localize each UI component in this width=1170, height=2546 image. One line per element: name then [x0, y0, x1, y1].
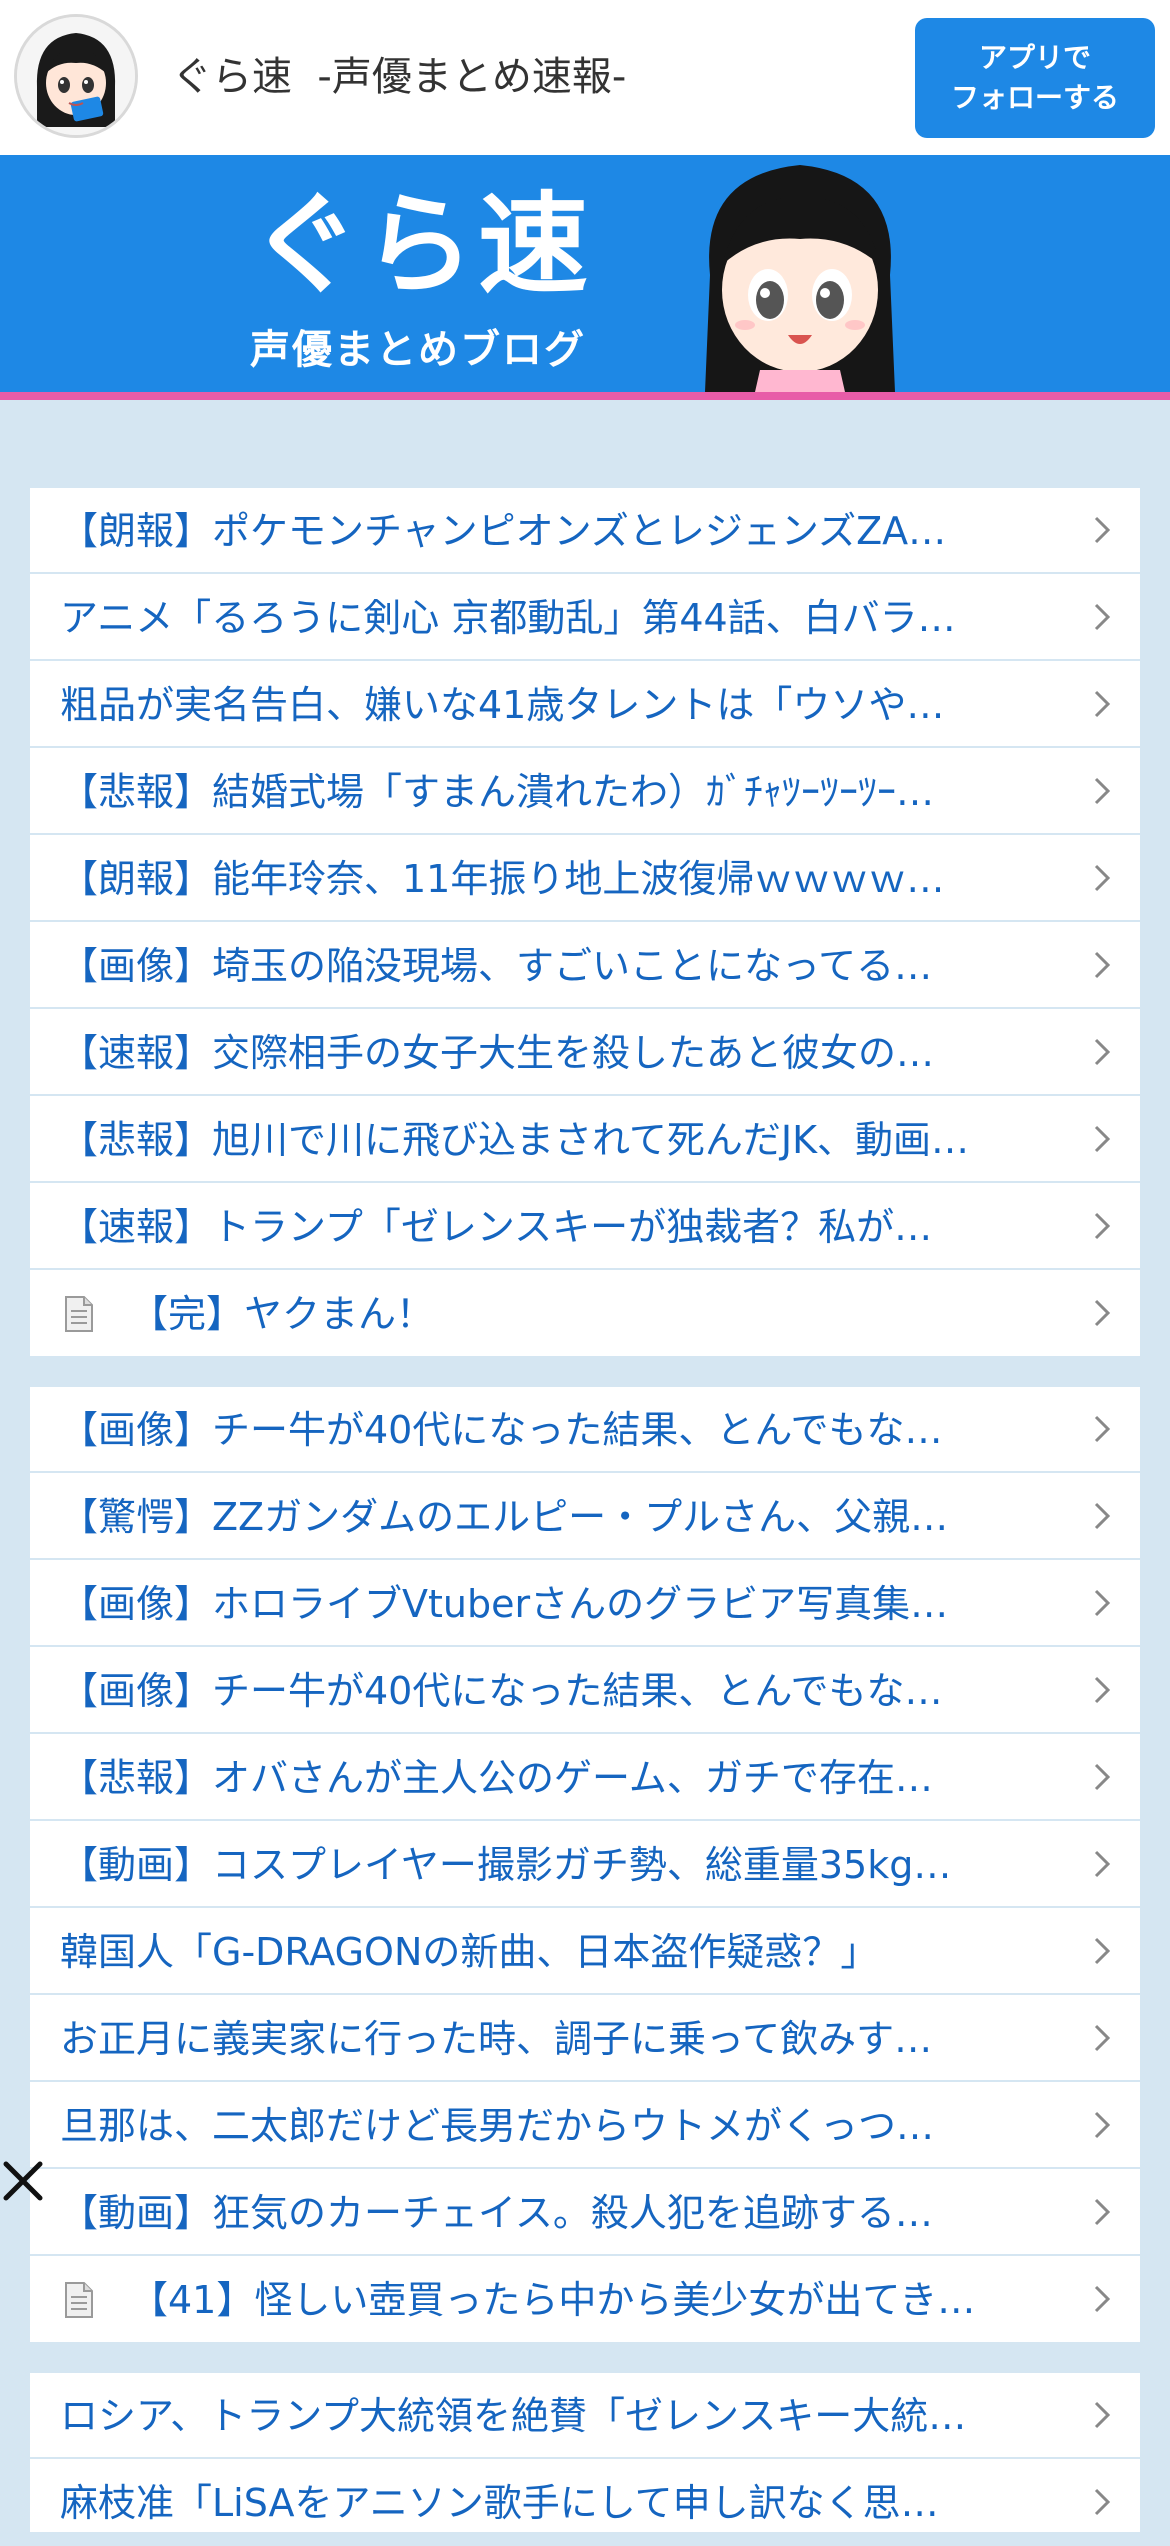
article-title: 【画像】チー牛が40代になった結果、とんでもな…: [60, 1408, 943, 1452]
list-item[interactable]: 【朗報】ポケモンチャンピオンズとレジェンズZA…: [30, 488, 1140, 574]
article-title: 麻枝准「LiSAをアニソン歌手にして申し訳なく思…: [60, 2481, 939, 2525]
chevron-right-icon: [1094, 1415, 1111, 1443]
site-name[interactable]: ぐら速 -声優まとめ速報-: [172, 44, 626, 102]
follow-button-line1: アプリで: [978, 41, 1091, 74]
list-item[interactable]: 【画像】埼玉の陥没現場、すごいことになってる…: [30, 923, 1140, 1009]
article-list-2: 【画像】チー牛が40代になった結果、とんでもな… 【驚愕】ZZガンダムのエルピー…: [30, 1387, 1140, 2342]
chevron-right-icon: [1094, 2488, 1111, 2516]
list-item[interactable]: 【驚愕】ZZガンダムのエルピー・プルさん、父親…: [30, 1474, 1140, 1560]
article-title: 【悲報】旭川で川に飛び込まされて死んだJK、動画…: [60, 1118, 969, 1162]
chevron-right-icon: [1094, 777, 1111, 805]
chevron-right-icon: [1094, 1299, 1111, 1327]
list-item[interactable]: 【悲報】オバさんが主人公のゲーム、ガチで存在…: [30, 1735, 1140, 1821]
article-title: 【驚愕】ZZガンダムのエルピー・プルさん、父親…: [60, 1495, 949, 1539]
chevron-right-icon: [1094, 516, 1111, 544]
article-title: 【画像】ホロライブVtuberさんのグラビア写真集…: [60, 1582, 949, 1626]
banner-logo-text: ぐら速: [250, 181, 592, 309]
article-title: 旦那は、二太郎だけど長男だからウトメがくっつ…: [60, 2104, 935, 2148]
chevron-right-icon: [1094, 1125, 1111, 1153]
site-avatar[interactable]: [14, 14, 138, 138]
article-title: 【悲報】結婚式場「すまん潰れたわ）ｶﾞﾁｬﾂｰﾂｰﾂｰ…: [60, 770, 935, 814]
chevron-right-icon: [1094, 1038, 1111, 1066]
chevron-right-icon: [1094, 1937, 1111, 1965]
banner-divider: [0, 392, 1170, 400]
list-item[interactable]: お正月に義実家に行った時、調子に乗って飲みす…: [30, 1996, 1140, 2082]
article-title: ロシア、トランプ大統領を絶賛「ゼレンスキー大統…: [60, 2394, 967, 2438]
list-item[interactable]: 【画像】チー牛が40代になった結果、とんでもな…: [30, 1387, 1140, 1473]
list-item[interactable]: ロシア、トランプ大統領を絶賛「ゼレンスキー大統…: [30, 2373, 1140, 2459]
article-list-1: 【朗報】ポケモンチャンピオンズとレジェンズZA… アニメ「るろうに剣心 京都動乱…: [30, 488, 1140, 1356]
site-header: ぐら速 -声優まとめ速報- アプリで フォローする: [0, 0, 1170, 155]
chevron-right-icon: [1094, 2024, 1111, 2052]
list-item[interactable]: 【朗報】能年玲奈、11年振り地上波復帰ｗｗｗｗ…: [30, 836, 1140, 922]
follow-button-line2: フォローする: [950, 81, 1119, 114]
document-icon: [65, 1296, 93, 1332]
follow-app-button[interactable]: アプリで フォローする: [915, 18, 1155, 138]
chevron-right-icon: [1094, 1212, 1111, 1240]
list-item[interactable]: 【画像】チー牛が40代になった結果、とんでもな…: [30, 1648, 1140, 1734]
article-title: 【速報】トランプ「ゼレンスキーが独裁者？私が…: [60, 1205, 933, 1249]
chevron-right-icon: [1094, 951, 1111, 979]
list-item[interactable]: 【悲報】結婚式場「すまん潰れたわ）ｶﾞﾁｬﾂｰﾂｰﾂｰ…: [30, 749, 1140, 835]
chevron-right-icon: [1094, 603, 1111, 631]
list-item[interactable]: 韓国人「G-DRAGONの新曲、日本盗作疑惑？」: [30, 1909, 1140, 1995]
list-item[interactable]: 【動画】狂気のカーチェイス。殺人犯を追跡する…: [30, 2170, 1140, 2256]
article-list-3: ロシア、トランプ大統領を絶賛「ゼレンスキー大統… 麻枝准「LiSAをアニソン歌手…: [30, 2373, 1140, 2532]
article-title: お正月に義実家に行った時、調子に乗って飲みす…: [60, 2017, 933, 2061]
article-title: 【朗報】能年玲奈、11年振り地上波復帰ｗｗｗｗ…: [60, 857, 945, 901]
chevron-right-icon: [1094, 1676, 1111, 1704]
article-title: アニメ「るろうに剣心 京都動乱」第44話、白バラ…: [60, 596, 956, 640]
list-item[interactable]: 【完】ヤクまん！: [30, 1271, 1140, 1357]
chevron-right-icon: [1094, 1589, 1111, 1617]
chevron-right-icon: [1094, 1502, 1111, 1530]
article-title: 【動画】コスプレイヤー撮影ガチ勢、総重量35kg…: [60, 1843, 952, 1887]
chevron-right-icon: [1094, 864, 1111, 892]
article-title: 【動画】狂気のカーチェイス。殺人犯を追跡する…: [60, 2191, 933, 2235]
list-item[interactable]: 【速報】交際相手の女子大生を殺したあと彼女の…: [30, 1010, 1140, 1096]
chevron-right-icon: [1094, 2198, 1111, 2226]
article-title: 【画像】チー牛が40代になった結果、とんでもな…: [60, 1669, 943, 1713]
chevron-right-icon: [1094, 690, 1111, 718]
list-item[interactable]: 【画像】ホロライブVtuberさんのグラビア写真集…: [30, 1561, 1140, 1647]
article-title: 【悲報】オバさんが主人公のゲーム、ガチで存在…: [60, 1756, 933, 1800]
mascot-illustration: [705, 165, 895, 392]
chevron-right-icon: [1094, 2401, 1111, 2429]
chevron-right-icon: [1094, 1763, 1111, 1791]
article-title: 【朗報】ポケモンチャンピオンズとレジェンズZA…: [60, 509, 947, 553]
article-title: 【画像】埼玉の陥没現場、すごいことになってる…: [60, 944, 933, 988]
chevron-right-icon: [1094, 2111, 1111, 2139]
article-title: 韓国人「G-DRAGONの新曲、日本盗作疑惑？」: [60, 1930, 879, 1974]
article-title: 【完】ヤクまん！: [130, 1292, 435, 1336]
article-title: 【速報】交際相手の女子大生を殺したあと彼女の…: [60, 1031, 935, 1075]
site-banner[interactable]: ぐら速 声優まとめブログ: [0, 155, 1170, 392]
close-icon[interactable]: [0, 2158, 46, 2204]
list-item[interactable]: 旦那は、二太郎だけど長男だからウトメがくっつ…: [30, 2083, 1140, 2169]
list-item[interactable]: アニメ「るろうに剣心 京都動乱」第44話、白バラ…: [30, 575, 1140, 661]
list-item[interactable]: 粗品が実名告白、嫌いな41歳タレントは「ウソや…: [30, 662, 1140, 748]
banner-subtitle: 声優まとめブログ: [250, 327, 586, 373]
list-item[interactable]: 【41】怪しい壺買ったら中から美少女が出てき…: [30, 2257, 1140, 2343]
list-item[interactable]: 麻枝准「LiSAをアニソン歌手にして申し訳なく思…: [30, 2460, 1140, 2546]
chevron-right-icon: [1094, 1850, 1111, 1878]
document-icon: [65, 2282, 93, 2318]
chevron-right-icon: [1094, 2285, 1111, 2313]
list-item[interactable]: 【悲報】旭川で川に飛び込まされて死んだJK、動画…: [30, 1097, 1140, 1183]
article-title: 【41】怪しい壺買ったら中から美少女が出てき…: [130, 2278, 976, 2322]
article-title: 粗品が実名告白、嫌いな41歳タレントは「ウソや…: [60, 683, 945, 727]
list-item[interactable]: 【動画】コスプレイヤー撮影ガチ勢、総重量35kg…: [30, 1822, 1140, 1908]
list-item[interactable]: 【速報】トランプ「ゼレンスキーが独裁者？私が…: [30, 1184, 1140, 1270]
